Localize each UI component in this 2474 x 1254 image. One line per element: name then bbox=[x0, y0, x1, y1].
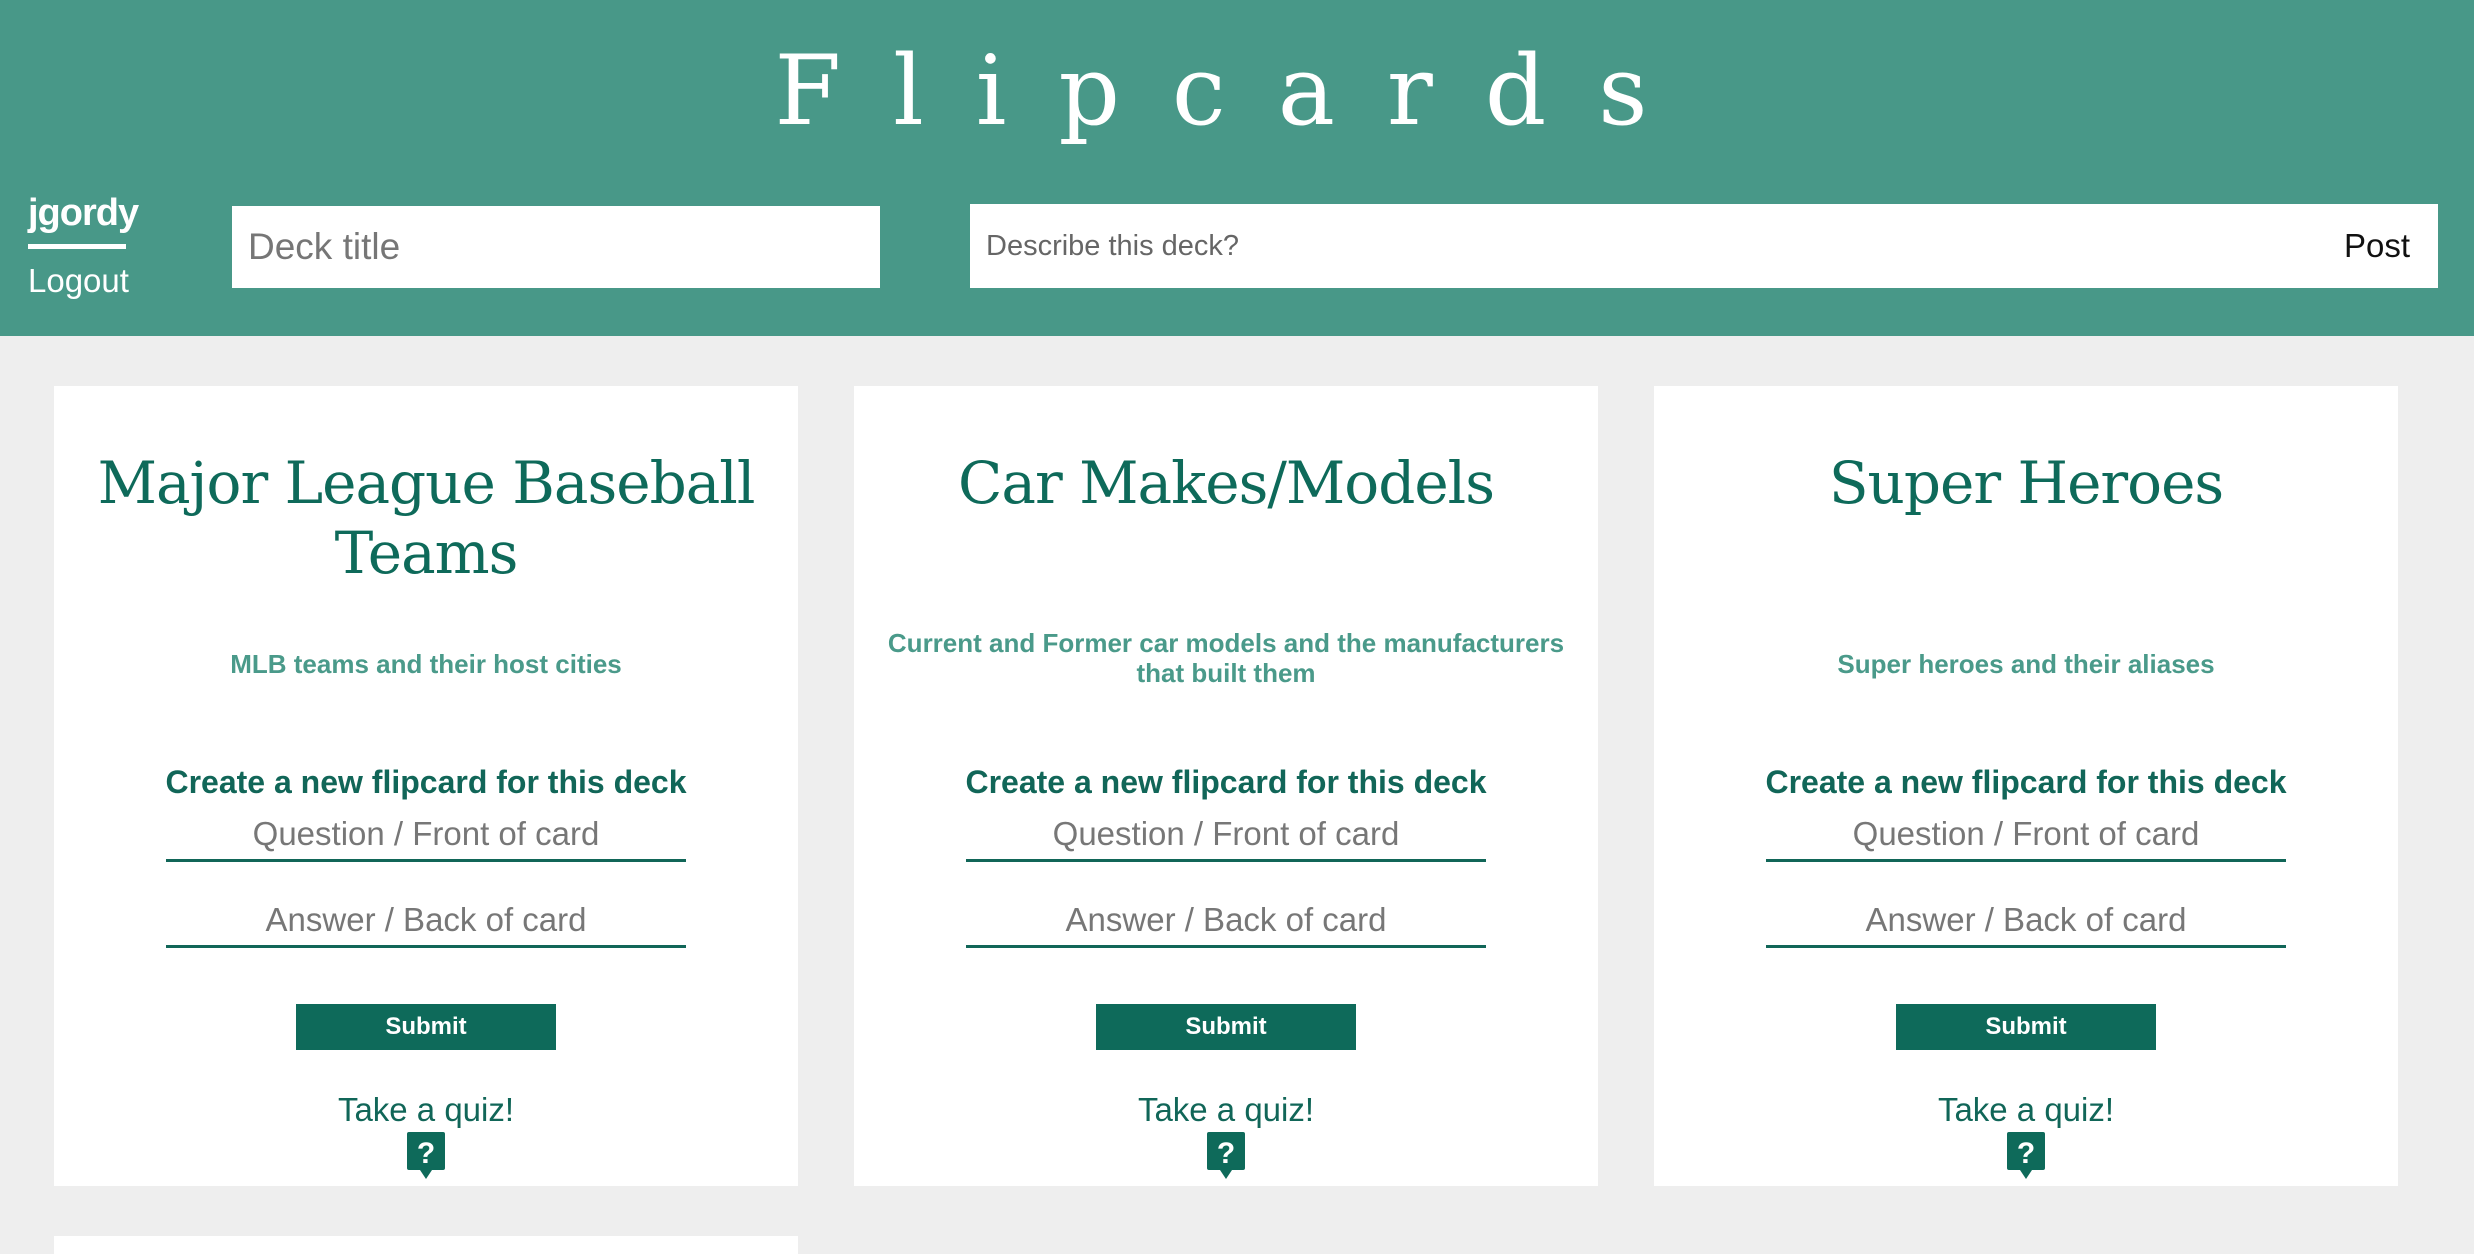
take-quiz-link[interactable]: Take a quiz! bbox=[1654, 1090, 2398, 1130]
take-quiz-link[interactable]: Take a quiz! bbox=[54, 1090, 798, 1130]
deck-card: Major League Baseball Teams MLB teams an… bbox=[54, 386, 798, 1186]
deck-description: Current and Former car models and the ma… bbox=[887, 628, 1565, 688]
answer-input[interactable] bbox=[1766, 894, 2286, 948]
user-menu: jgordy Logout bbox=[28, 186, 178, 307]
question-mark-icon[interactable]: ? bbox=[407, 1132, 445, 1180]
deck-card: Car Makes/Models Current and Former car … bbox=[854, 386, 1598, 1186]
deck-title[interactable]: Car Makes/Models bbox=[854, 448, 1598, 518]
create-flipcard-heading: Create a new flipcard for this deck bbox=[965, 764, 1487, 800]
svg-text:?: ? bbox=[1217, 1137, 1235, 1170]
question-mark-icon[interactable]: ? bbox=[1207, 1132, 1245, 1180]
question-mark-icon[interactable]: ? bbox=[2007, 1132, 2045, 1180]
deck-card bbox=[54, 1236, 798, 1254]
question-input[interactable] bbox=[966, 808, 1486, 862]
top-header: Flipcards jgordy Logout Post bbox=[0, 0, 2474, 336]
username[interactable]: jgordy bbox=[28, 186, 178, 240]
create-flipcard-heading: Create a new flipcard for this deck bbox=[1765, 764, 2287, 800]
username-divider bbox=[28, 244, 126, 249]
deck-description-bar: Post bbox=[970, 204, 2438, 288]
deck-title-input[interactable] bbox=[232, 206, 880, 288]
create-flipcard-heading: Create a new flipcard for this deck bbox=[165, 764, 687, 800]
deck-title[interactable]: Major League Baseball Teams bbox=[54, 448, 798, 588]
deck-description-input[interactable] bbox=[970, 204, 2270, 288]
take-quiz-link[interactable]: Take a quiz! bbox=[854, 1090, 1598, 1130]
question-input[interactable] bbox=[166, 808, 686, 862]
answer-input[interactable] bbox=[966, 894, 1486, 948]
submit-button[interactable]: Submit bbox=[1896, 1004, 2156, 1050]
logout-link[interactable]: Logout bbox=[28, 255, 178, 307]
deck-description: Super heroes and their aliases bbox=[1837, 649, 2215, 679]
post-button[interactable]: Post bbox=[2340, 204, 2414, 288]
question-input[interactable] bbox=[1766, 808, 2286, 862]
svg-text:?: ? bbox=[2017, 1137, 2035, 1170]
svg-text:?: ? bbox=[417, 1137, 435, 1170]
submit-button[interactable]: Submit bbox=[1096, 1004, 1356, 1050]
deck-title[interactable]: Super Heroes bbox=[1654, 448, 2398, 518]
app-title: Flipcards bbox=[774, 35, 1700, 147]
deck-card: Super Heroes Super heroes and their alia… bbox=[1654, 386, 2398, 1186]
answer-input[interactable] bbox=[166, 894, 686, 948]
submit-button[interactable]: Submit bbox=[296, 1004, 556, 1050]
deck-description: MLB teams and their host cities bbox=[230, 649, 622, 679]
